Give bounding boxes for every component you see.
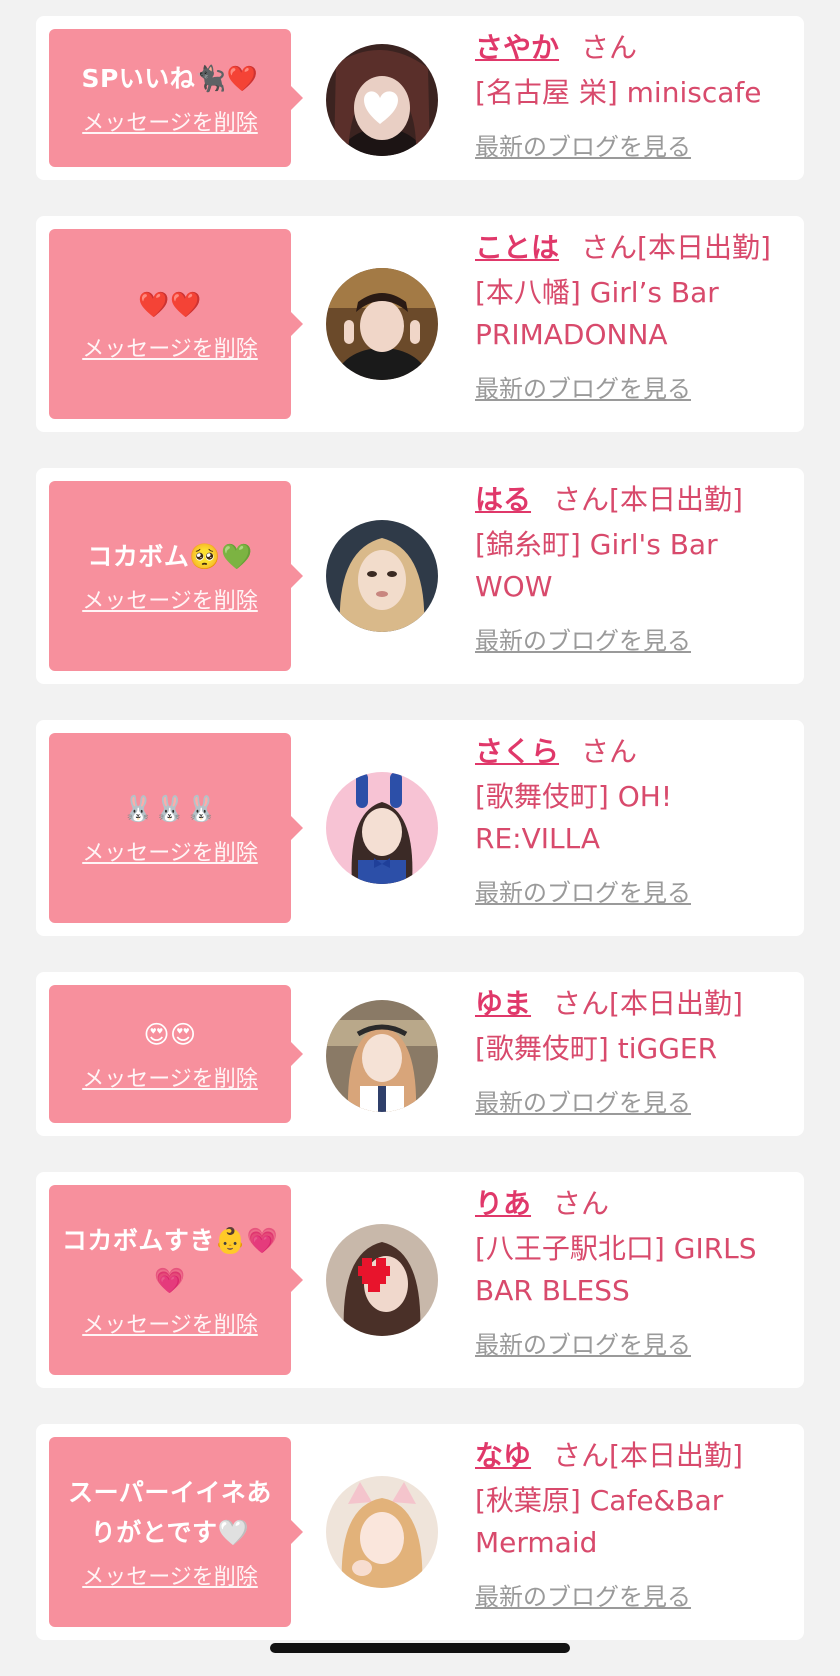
message-bubble: 😍😍 メッセージを削除 — [49, 985, 303, 1123]
avatar[interactable] — [326, 268, 438, 380]
cast-name-link[interactable]: さやか — [475, 31, 559, 64]
cast-info: さくら さん [歌舞伎町] OH! RE:VILLA 最新のブログを見る — [475, 732, 795, 910]
message-bubble: スーパーイイネありがとです🤍 メッセージを削除 — [49, 1437, 303, 1627]
delete-message-link[interactable]: メッセージを削除 — [82, 331, 258, 363]
shop-name: [名古屋 栄] miniscafe — [475, 76, 762, 109]
delete-message-link[interactable]: メッセージを削除 — [82, 105, 258, 137]
message-text: コカボムすき👶💗💗 — [61, 1226, 279, 1295]
shop-name: [歌舞伎町] tiGGER — [475, 1032, 718, 1065]
peace-sign-portrait-icon — [326, 268, 438, 380]
message-text: コカボム🥺💚 — [87, 542, 253, 571]
avatar[interactable] — [326, 772, 438, 884]
list-item: スーパーイイネありがとです🤍 メッセージを削除 なゆ さん[本日出勤] [秋葉原]… — [36, 1424, 804, 1640]
cast-name-link[interactable]: りあ — [475, 1187, 531, 1220]
latest-blog-link[interactable]: 最新のブログを見る — [475, 876, 795, 910]
message-text: スーパーイイネありがとです🤍 — [68, 1478, 272, 1547]
message-bubble: 🐰🐰🐰 メッセージを削除 — [49, 733, 303, 923]
avatar[interactable] — [326, 1476, 438, 1588]
latest-blog-link[interactable]: 最新のブログを見る — [475, 1328, 795, 1362]
cast-info: なゆ さん[本日出勤] [秋葉原] Cafe&Bar Mermaid 最新のブログ… — [475, 1436, 795, 1614]
list-item: 🐰🐰🐰 メッセージを削除 さくら さん [歌舞伎町] OH! RE:VILLA 最… — [36, 720, 804, 936]
blonde-portrait-icon — [326, 520, 438, 632]
delete-message-link[interactable]: メッセージを削除 — [82, 583, 258, 615]
cast-name-link[interactable]: ことは — [475, 231, 559, 264]
list-item: ❤️❤️ メッセージを削除 ことは さん[本日出勤] [本八幡] Girl’s B… — [36, 216, 804, 432]
list-item: コカボムすき👶💗💗 メッセージを削除 りあ さん [八王子駅北口] GIRLS … — [36, 1172, 804, 1388]
avatar[interactable] — [326, 520, 438, 632]
delete-message-link[interactable]: メッセージを削除 — [82, 1307, 258, 1339]
avatar[interactable] — [326, 1000, 438, 1112]
message-text: 🐰🐰🐰 — [122, 794, 218, 823]
shop-name: [八王子駅北口] GIRLS BAR BLESS — [475, 1232, 757, 1307]
cast-name-link[interactable]: はる — [475, 483, 531, 516]
name-suffix: さん[本日出勤] — [553, 1439, 743, 1472]
maid-portrait-icon — [326, 1000, 438, 1112]
avatar[interactable] — [326, 44, 438, 156]
bunny-costume-portrait-icon — [326, 772, 438, 884]
shop-name: [歌舞伎町] OH! RE:VILLA — [475, 780, 673, 855]
latest-blog-link[interactable]: 最新のブログを見る — [475, 1580, 795, 1614]
list-item: SPいいね🐈‍⬛❤️ メッセージを削除 さやか さん [名古屋 栄] minisc… — [36, 16, 804, 180]
name-line: さくら さん — [475, 732, 795, 772]
cat-ears-portrait-icon — [326, 1476, 438, 1588]
list-item: コカボム🥺💚 メッセージを削除 はる さん[本日出勤] [錦糸町] Girl's … — [36, 468, 804, 684]
delete-message-link[interactable]: メッセージを削除 — [82, 835, 258, 867]
delete-message-link[interactable]: メッセージを削除 — [82, 1061, 258, 1093]
name-line: ことは さん[本日出勤] — [475, 228, 795, 268]
list-item: 😍😍 メッセージを削除 ゆま さん[本日出勤] [歌舞伎町] tiGGER 最新の… — [36, 972, 804, 1136]
name-suffix: さん[本日出勤] — [553, 987, 743, 1020]
name-line: ゆま さん[本日出勤] — [475, 984, 795, 1024]
name-line: はる さん[本日出勤] — [475, 480, 795, 520]
cast-name-link[interactable]: ゆま — [475, 987, 531, 1020]
cast-info: はる さん[本日出勤] [錦糸町] Girl's Bar WOW 最新のブログを見… — [475, 480, 795, 658]
message-text: 😍😍 — [143, 1020, 197, 1049]
name-suffix: さん[本日出勤] — [581, 231, 771, 264]
message-text: SPいいね🐈‍⬛❤️ — [81, 64, 259, 93]
name-line: りあ さん — [475, 1184, 795, 1224]
avatar[interactable] — [326, 1224, 438, 1336]
message-bubble: コカボム🥺💚 メッセージを削除 — [49, 481, 303, 671]
name-suffix: さん[本日出勤] — [553, 483, 743, 516]
latest-blog-link[interactable]: 最新のブログを見る — [475, 624, 795, 658]
cast-name-link[interactable]: なゆ — [475, 1439, 531, 1472]
message-bubble: ❤️❤️ メッセージを削除 — [49, 229, 303, 419]
heart-sticker-portrait-icon — [326, 44, 438, 156]
latest-blog-link[interactable]: 最新のブログを見る — [475, 130, 795, 164]
latest-blog-link[interactable]: 最新のブログを見る — [475, 1086, 795, 1120]
cast-info: りあ さん [八王子駅北口] GIRLS BAR BLESS 最新のブログを見る — [475, 1184, 795, 1362]
shop-name: [錦糸町] Girl's Bar WOW — [475, 528, 718, 603]
cast-info: ことは さん[本日出勤] [本八幡] Girl’s Bar PRIMADONNA … — [475, 228, 795, 406]
message-text: ❤️❤️ — [138, 290, 202, 319]
name-suffix: さん — [581, 735, 638, 768]
latest-blog-link[interactable]: 最新のブログを見る — [475, 372, 795, 406]
message-list: SPいいね🐈‍⬛❤️ メッセージを削除 さやか さん [名古屋 栄] minisc… — [36, 16, 804, 1676]
shop-name: [秋葉原] Cafe&Bar Mermaid — [475, 1484, 724, 1559]
shop-name: [本八幡] Girl’s Bar PRIMADONNA — [475, 276, 719, 351]
name-line: なゆ さん[本日出勤] — [475, 1436, 795, 1476]
cast-name-link[interactable]: さくら — [475, 735, 559, 768]
pixel-heart-portrait-icon — [326, 1224, 438, 1336]
name-suffix: さん — [581, 31, 638, 64]
home-indicator[interactable] — [270, 1643, 570, 1653]
message-bubble: SPいいね🐈‍⬛❤️ メッセージを削除 — [49, 29, 303, 167]
cast-info: ゆま さん[本日出勤] [歌舞伎町] tiGGER 最新のブログを見る — [475, 984, 795, 1120]
delete-message-link[interactable]: メッセージを削除 — [82, 1559, 258, 1591]
cast-info: さやか さん [名古屋 栄] miniscafe 最新のブログを見る — [475, 28, 795, 164]
message-bubble: コカボムすき👶💗💗 メッセージを削除 — [49, 1185, 303, 1375]
name-suffix: さん — [553, 1187, 610, 1220]
name-line: さやか さん — [475, 28, 795, 68]
